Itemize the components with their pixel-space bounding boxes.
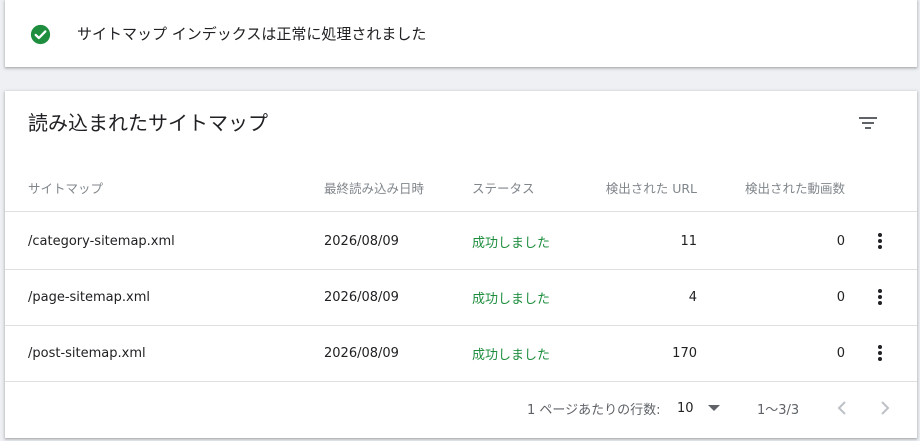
filter-button[interactable] xyxy=(852,107,884,139)
column-header-status[interactable]: ステータス xyxy=(472,164,535,211)
card-title: 読み込まれたサイトマップ xyxy=(28,111,268,135)
sitemap-name: /category-sitemap.xml xyxy=(28,233,175,249)
last-read-date: 2026/08/09 xyxy=(324,233,399,249)
chevron-left-icon xyxy=(837,401,846,415)
discovered-videos: 0 xyxy=(836,345,845,361)
column-header-videos[interactable]: 検出された動画数 xyxy=(705,164,845,211)
previous-page-button[interactable] xyxy=(826,392,858,424)
discovered-videos: 0 xyxy=(836,233,845,249)
rows-per-page-label: 1 ページあたりの行数: xyxy=(527,402,661,418)
dropdown-arrow-icon xyxy=(707,405,720,411)
column-header-sitemap[interactable]: サイトマップ xyxy=(28,164,103,211)
success-banner: サイトマップ インデックスは正常に処理されました xyxy=(5,0,917,67)
discovered-urls: 170 xyxy=(672,345,697,361)
row-menu-button[interactable] xyxy=(866,213,894,269)
page-range: 1～3/3 xyxy=(757,402,800,418)
last-read-date: 2026/08/09 xyxy=(324,345,399,361)
table-row[interactable]: /post-sitemap.xml 2026/08/09 成功しました 170 … xyxy=(5,325,917,382)
sitemap-name: /page-sitemap.xml xyxy=(28,289,151,305)
more-vert-icon xyxy=(878,345,882,361)
column-header-urls[interactable]: 検出された URL xyxy=(565,164,697,211)
pagination: 1 ページあたりの行数: 10 1～3/3 xyxy=(5,383,917,433)
chevron-right-icon xyxy=(881,401,890,415)
row-menu-button[interactable] xyxy=(866,325,894,381)
more-vert-icon xyxy=(878,233,882,249)
status-text: 成功しました xyxy=(472,347,551,363)
sitemap-name: /post-sitemap.xml xyxy=(28,345,146,361)
status-text: 成功しました xyxy=(472,291,551,307)
filter-icon xyxy=(859,117,877,129)
table-row[interactable]: /page-sitemap.xml 2026/08/09 成功しました 4 0 xyxy=(5,269,917,326)
discovered-videos: 0 xyxy=(836,289,845,305)
banner-message: サイトマップ インデックスは正常に処理されました xyxy=(77,25,427,43)
rows-per-page-select[interactable]: 10 xyxy=(677,392,727,424)
check-circle-icon xyxy=(30,24,51,45)
status-text: 成功しました xyxy=(472,235,551,251)
next-page-button[interactable] xyxy=(869,392,901,424)
table-header: サイトマップ 最終読み込み日時 ステータス 検出された URL 検出された動画数 xyxy=(5,164,917,212)
discovered-urls: 11 xyxy=(680,233,697,249)
rows-per-page-value: 10 xyxy=(677,400,694,416)
column-header-last-read[interactable]: 最終読み込み日時 xyxy=(324,164,424,211)
discovered-urls: 4 xyxy=(688,289,697,305)
sitemaps-card: 読み込まれたサイトマップ サイトマップ 最終読み込み日時 ステータス 検出された… xyxy=(5,91,917,438)
row-menu-button[interactable] xyxy=(866,269,894,325)
table-row[interactable]: /category-sitemap.xml 2026/08/09 成功しました … xyxy=(5,213,917,270)
more-vert-icon xyxy=(878,289,882,305)
last-read-date: 2026/08/09 xyxy=(324,289,399,305)
